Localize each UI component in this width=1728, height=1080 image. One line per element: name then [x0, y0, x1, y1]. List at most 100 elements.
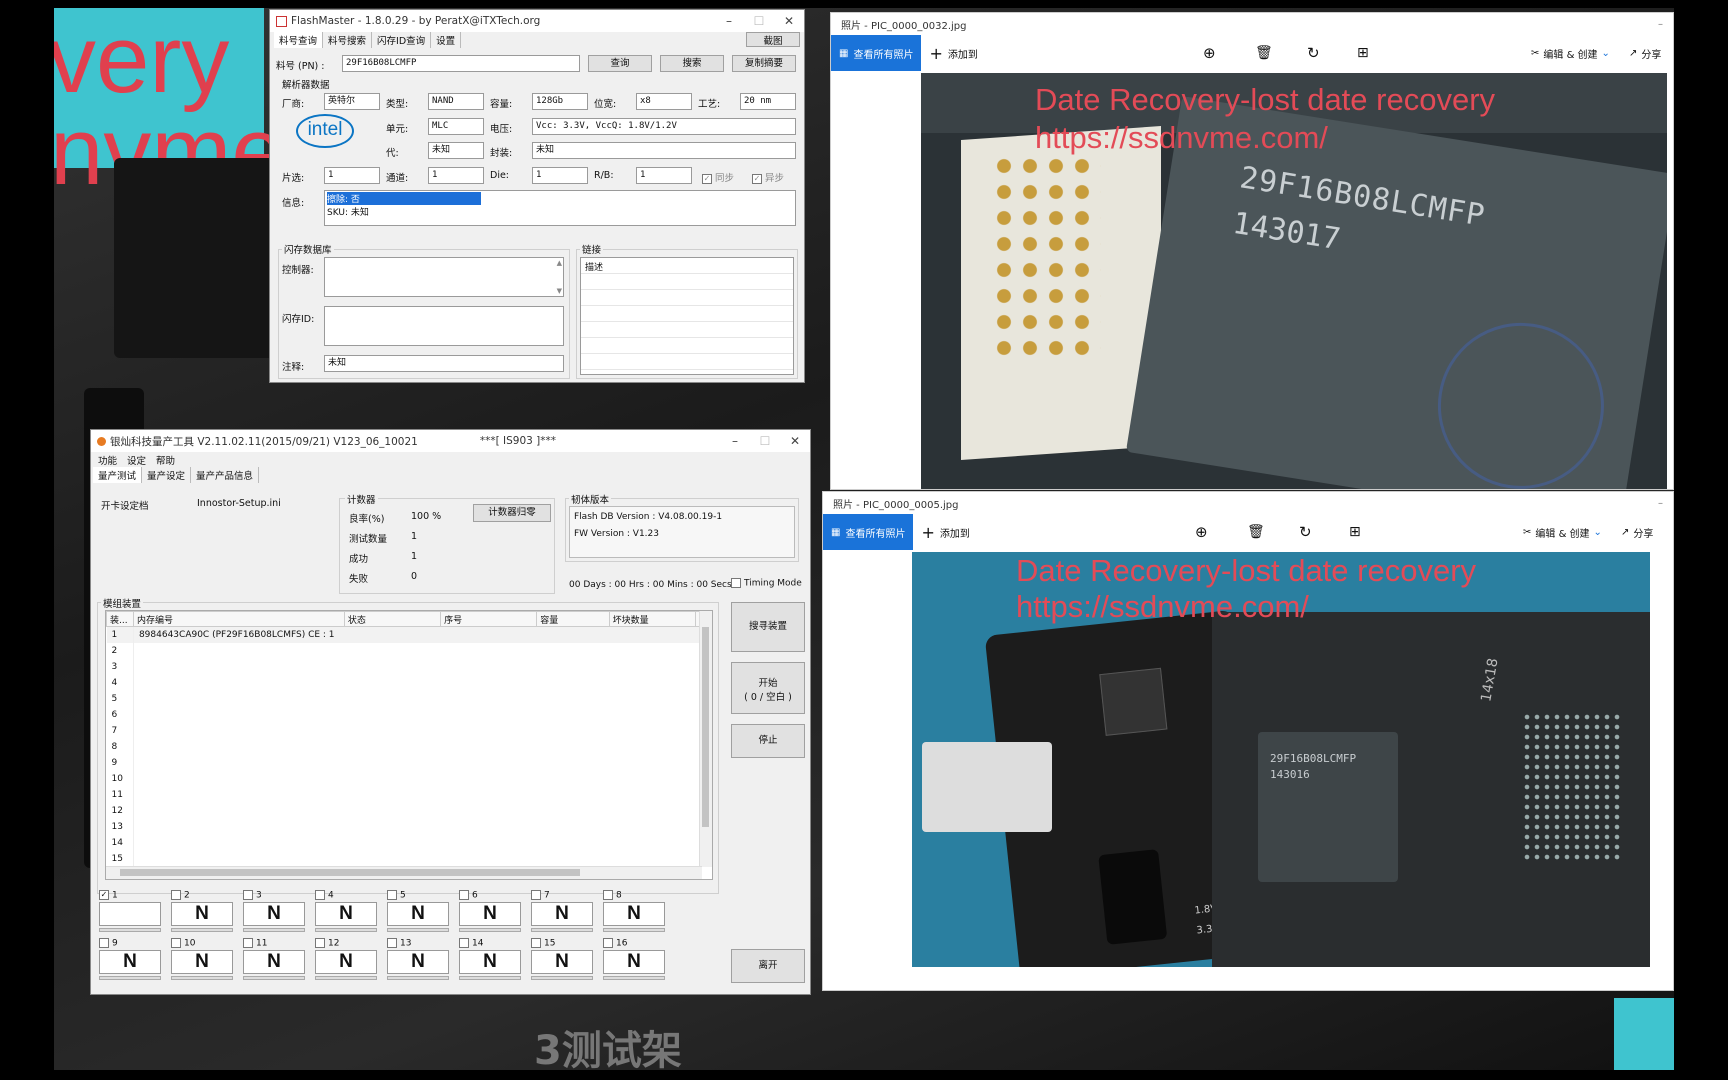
cell-field[interactable]: MLC: [428, 118, 484, 135]
rotate-icon[interactable]: ↻: [1307, 44, 1320, 62]
col-capacity[interactable]: 容量: [536, 611, 610, 627]
slot-checkbox[interactable]: ✓ 1: [99, 890, 118, 901]
crop-icon[interactable]: ⊞: [1349, 524, 1361, 540]
start-button[interactable]: 开始 ( 0 / 空白 ): [731, 662, 805, 714]
table-row[interactable]: 9: [106, 755, 712, 771]
voltage-field[interactable]: Vcc: 3.3V, VccQ: 1.8V/1.2V: [532, 118, 796, 135]
links-list[interactable]: 描述: [580, 257, 794, 375]
pn-input[interactable]: 29F16B08LCMFP: [342, 55, 580, 72]
scroll-down-icon[interactable]: ▼: [557, 287, 562, 295]
table-row[interactable]: 3: [106, 659, 712, 675]
minimize-button[interactable]: –: [1658, 19, 1663, 30]
capacity-field[interactable]: 128Gb: [532, 93, 588, 110]
search-button[interactable]: 搜索: [660, 55, 724, 72]
edit-create-button[interactable]: ✂ 编辑 & 创建 ⌄: [1523, 525, 1602, 540]
view-all-photos-button[interactable]: ▦ 查看所有照片: [823, 514, 914, 550]
channel-field[interactable]: 1: [428, 167, 484, 184]
scan-devices-button[interactable]: 搜寻装置: [731, 602, 805, 652]
tab-settings[interactable]: 设置: [431, 32, 462, 48]
package-field[interactable]: 未知: [532, 142, 796, 159]
sync-checkbox[interactable]: ✓ 同步: [702, 170, 734, 184]
flashid-textbox[interactable]: [324, 306, 564, 346]
gen-field[interactable]: 未知: [428, 142, 484, 159]
col-memory-id[interactable]: 内存编号: [132, 611, 345, 627]
table-row[interactable]: 15: [106, 851, 712, 867]
slot-checkbox[interactable]: 5: [387, 890, 406, 901]
device-table-hscroll[interactable]: [106, 866, 702, 879]
delete-icon[interactable]: 🗑: [1247, 524, 1265, 540]
view-all-photos-button[interactable]: ▦ 查看所有照片: [831, 35, 922, 71]
table-row[interactable]: 12: [106, 803, 712, 819]
tab-flashid-query[interactable]: 闪存ID查询: [372, 32, 432, 48]
ce-field[interactable]: 1: [324, 167, 380, 184]
copy-summary-button[interactable]: 复制摘要: [732, 55, 796, 72]
slot-checkbox[interactable]: 14: [459, 938, 483, 949]
table-row[interactable]: 7: [106, 723, 712, 739]
hscroll-thumb[interactable]: [120, 869, 580, 876]
add-to-button[interactable]: + 添加到: [913, 514, 977, 550]
share-button[interactable]: ↗ 分享: [1629, 46, 1661, 61]
table-row[interactable]: 5: [106, 691, 712, 707]
vendor-field[interactable]: 英特尔: [324, 93, 380, 110]
slot-checkbox[interactable]: 7: [531, 890, 550, 901]
slot-checkbox[interactable]: 9: [99, 938, 118, 949]
slot-checkbox[interactable]: 16: [603, 938, 627, 949]
maximize-button[interactable]: ☐: [750, 434, 780, 448]
table-row[interactable]: 10: [106, 771, 712, 787]
tab-mp-product-info[interactable]: 量产产品信息: [191, 467, 260, 483]
table-row[interactable]: 6: [106, 707, 712, 723]
col-serial[interactable]: 序号: [440, 611, 538, 627]
minimize-button[interactable]: –: [720, 434, 750, 448]
note-field[interactable]: 未知: [324, 355, 564, 372]
table-row[interactable]: 1 8984643CA90C (PF29F16B08LCMFS) CE : 1: [106, 626, 712, 643]
async-checkbox[interactable]: ✓ 异步: [752, 170, 784, 184]
slot-checkbox[interactable]: 3: [243, 890, 262, 901]
tab-mp-test[interactable]: 量产测试: [93, 467, 143, 483]
col-slot[interactable]: 装...: [106, 611, 134, 627]
stop-button[interactable]: 停止: [731, 724, 805, 758]
tab-pn-search[interactable]: 料号搜索: [323, 32, 373, 48]
slot-checkbox[interactable]: 11: [243, 938, 267, 949]
rotate-icon[interactable]: ↻: [1299, 523, 1312, 541]
slot-checkbox[interactable]: 8: [603, 890, 622, 901]
query-button[interactable]: 查询: [588, 55, 652, 72]
controller-textbox[interactable]: ▲ ▼: [324, 257, 564, 297]
reset-counter-button[interactable]: 计数器归零: [473, 504, 551, 522]
tab-mp-settings[interactable]: 量产设定: [142, 467, 192, 483]
exit-button[interactable]: 离开: [731, 949, 805, 983]
close-button[interactable]: ✕: [780, 434, 810, 448]
menu-function[interactable]: 功能: [93, 452, 122, 468]
slot-checkbox[interactable]: 10: [171, 938, 195, 949]
table-row[interactable]: 4: [106, 675, 712, 691]
zoom-in-icon[interactable]: ⊕: [1195, 523, 1208, 541]
tab-pn-query[interactable]: 料号查询: [274, 32, 324, 48]
slot-checkbox[interactable]: 4: [315, 890, 334, 901]
die-field[interactable]: 1: [532, 167, 588, 184]
scroll-up-icon[interactable]: ▲: [557, 259, 562, 267]
type-field[interactable]: NAND: [428, 93, 484, 110]
slot-checkbox[interactable]: 13: [387, 938, 411, 949]
edit-create-button[interactable]: ✂ 编辑 & 创建 ⌄: [1531, 46, 1610, 61]
table-row[interactable]: 13: [106, 819, 712, 835]
slot-checkbox[interactable]: 12: [315, 938, 339, 949]
share-button[interactable]: ↗ 分享: [1621, 525, 1653, 540]
slot-checkbox[interactable]: 15: [531, 938, 555, 949]
minimize-button[interactable]: –: [1658, 498, 1663, 509]
info-textbox[interactable]: 擦除: 否 SKU: 未知: [324, 190, 796, 226]
maximize-button[interactable]: ☐: [744, 14, 774, 28]
zoom-in-icon[interactable]: ⊕: [1203, 44, 1216, 62]
device-table[interactable]: 装... 内存编号 状态 序号 容量 坏块数量 钅 18984643CA90C …: [105, 610, 713, 880]
vscroll-thumb[interactable]: [702, 627, 709, 827]
slot-checkbox[interactable]: 6: [459, 890, 478, 901]
col-bad-blocks[interactable]: 坏块数量: [608, 611, 696, 627]
add-to-button[interactable]: + 添加到: [921, 35, 985, 71]
screenshot-button[interactable]: 截图: [746, 32, 800, 47]
col-status[interactable]: 状态: [343, 611, 442, 627]
delete-icon[interactable]: 🗑: [1255, 45, 1273, 61]
slot-checkbox[interactable]: 2: [171, 890, 190, 901]
rb-field[interactable]: 1: [636, 167, 692, 184]
menu-settings[interactable]: 设定: [122, 452, 151, 468]
crop-icon[interactable]: ⊞: [1357, 45, 1369, 61]
table-row[interactable]: 11: [106, 787, 712, 803]
table-row[interactable]: 8: [106, 739, 712, 755]
